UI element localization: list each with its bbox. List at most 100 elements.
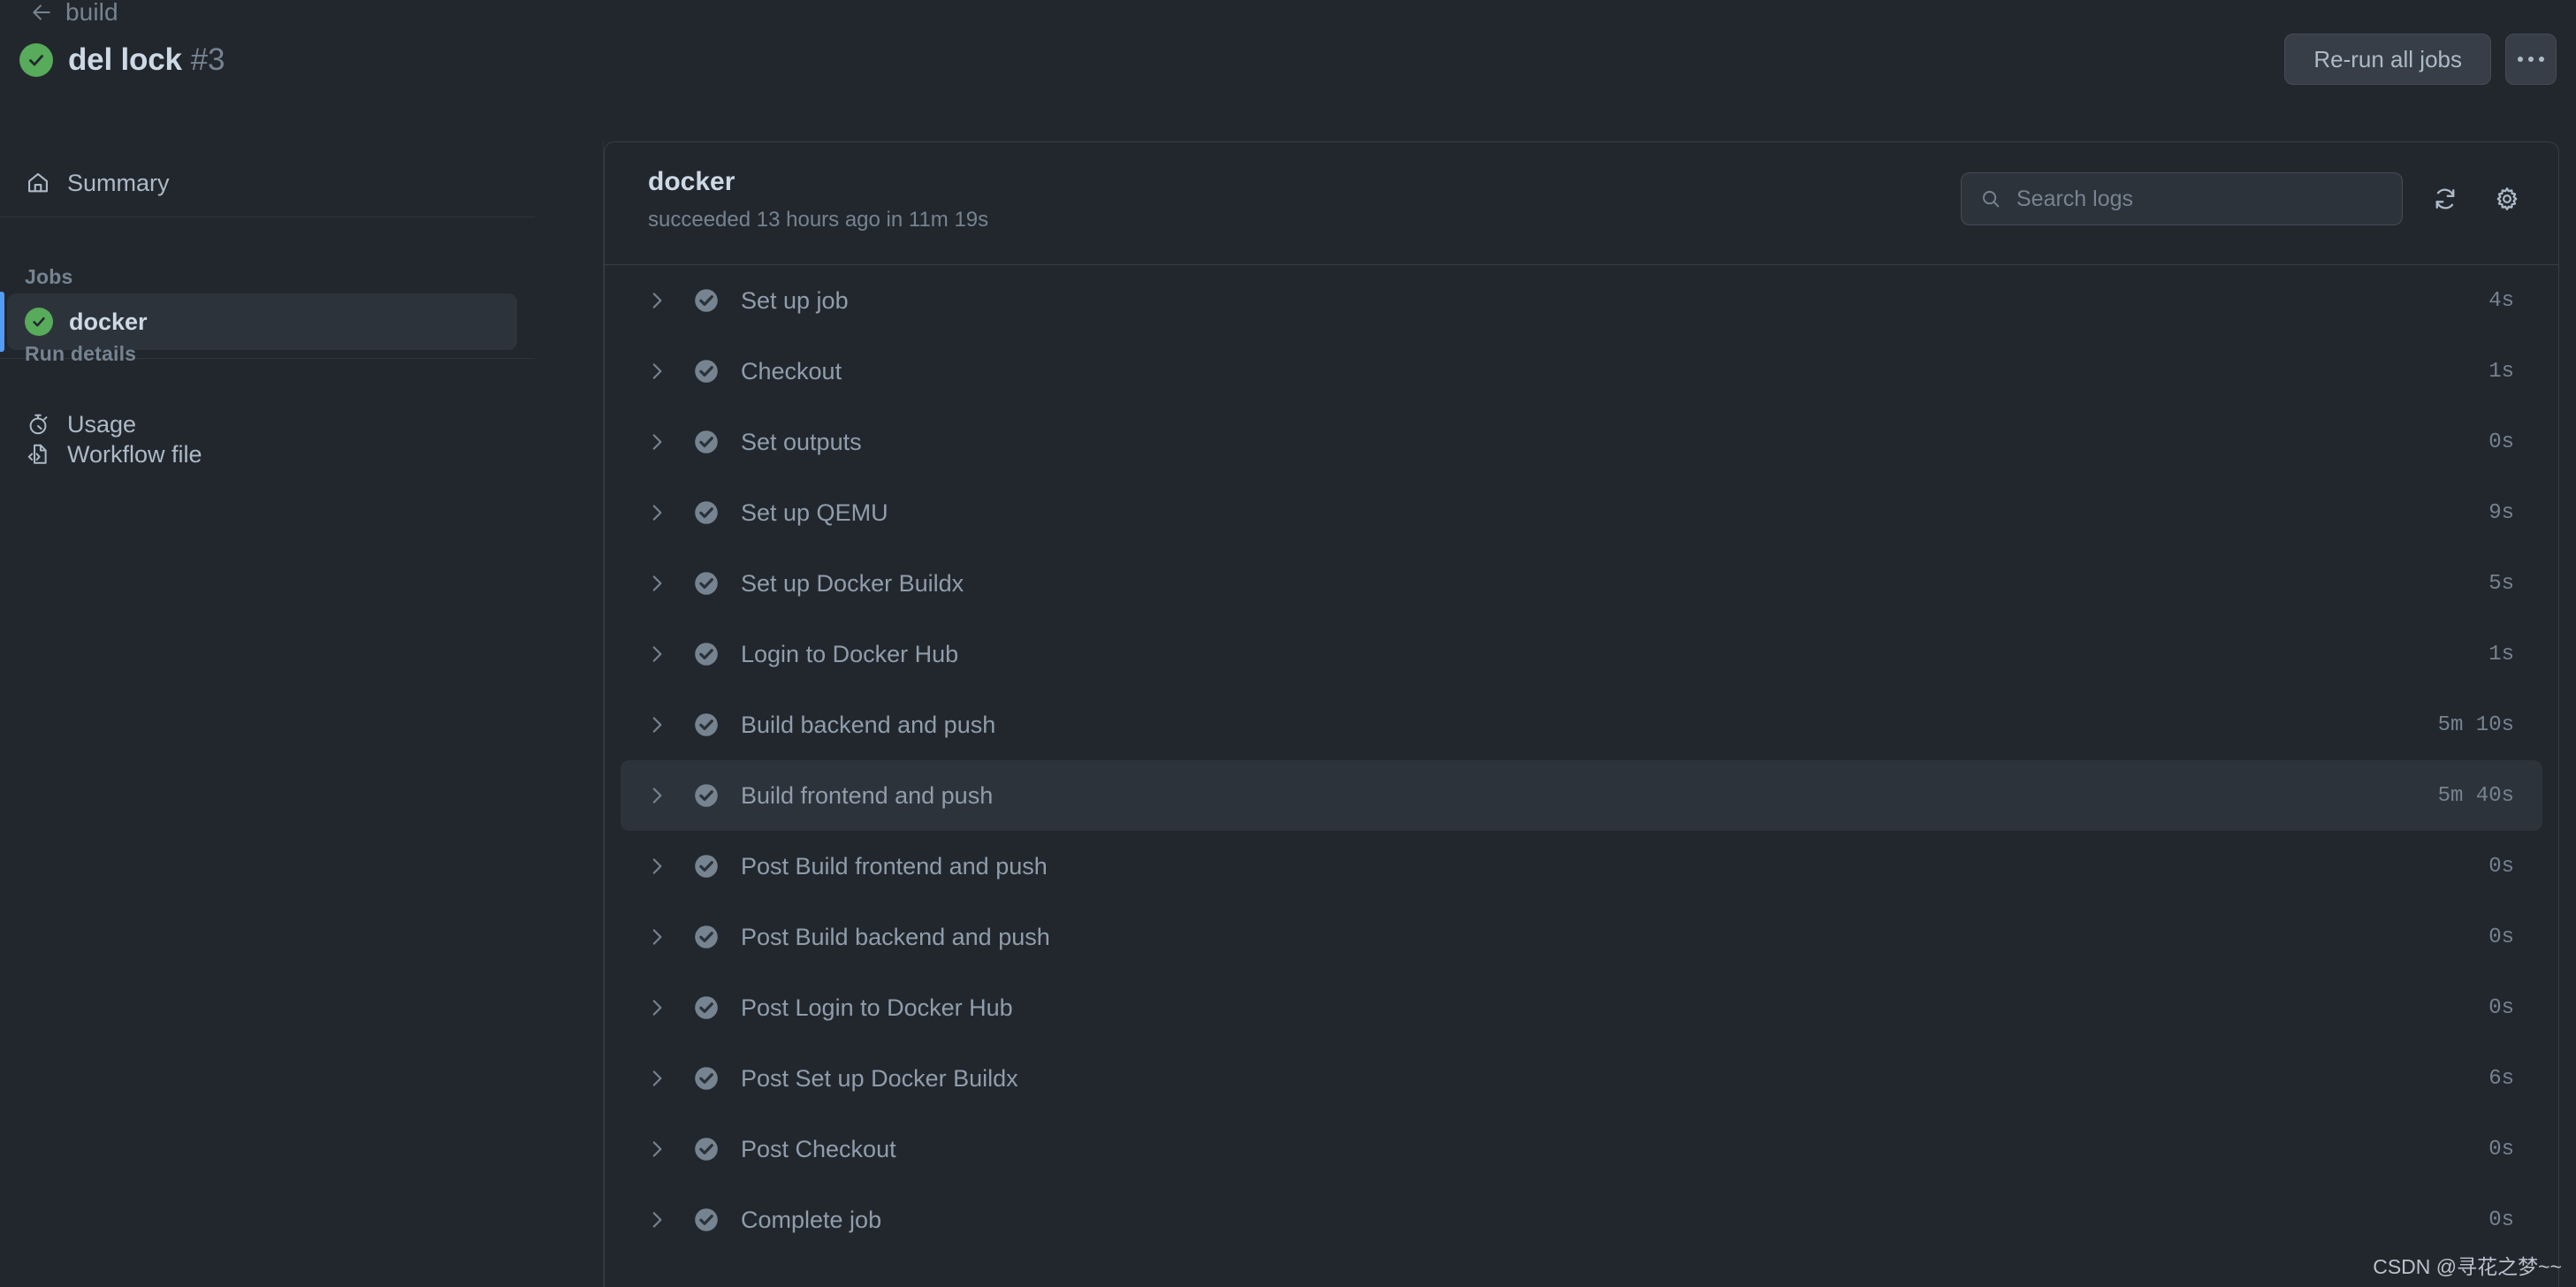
step-label: Checkout [741, 357, 842, 385]
arrow-left-icon[interactable] [30, 1, 53, 24]
file-code-icon [25, 441, 51, 468]
step-row[interactable]: Post Login to Docker Hub 0s [621, 972, 2542, 1043]
chevron-right-icon[interactable] [642, 639, 672, 669]
chevron-right-icon[interactable] [642, 427, 672, 457]
sidebar-section-jobs-label: Jobs [25, 265, 73, 288]
step-row[interactable]: Set outputs 0s [621, 407, 2542, 477]
step-duration: 0s [2488, 854, 2514, 879]
sidebar-item-workflow-file-label: Workflow file [67, 440, 202, 468]
step-label: Complete job [741, 1206, 882, 1233]
step-row[interactable]: Post Set up Docker Buildx 6s [621, 1043, 2542, 1114]
check-circle-icon [691, 851, 721, 881]
step-label: Set up Docker Buildx [741, 569, 964, 597]
step-label: Post Checkout [741, 1135, 896, 1162]
chevron-right-icon[interactable] [642, 1063, 672, 1093]
step-duration: 1s [2488, 642, 2514, 666]
step-label: Set up job [741, 286, 849, 314]
check-circle-green-icon [19, 43, 53, 77]
step-duration: 5m 40s [2437, 783, 2514, 808]
check-circle-icon [691, 568, 721, 598]
step-row[interactable]: Set up Docker Buildx 5s [621, 548, 2542, 619]
check-circle-icon [691, 1205, 721, 1235]
step-label: Set up QEMU [741, 499, 888, 526]
check-circle-icon [691, 356, 721, 386]
sidebar: Summary Jobs docker Run details Usage Wo… [0, 141, 604, 1287]
selected-job-accent-bar [0, 292, 4, 352]
sidebar-item-job-docker-label: docker [69, 308, 148, 335]
header-actions: Re-run all jobs [2284, 34, 2557, 85]
sidebar-item-summary-label: Summary [67, 169, 170, 196]
chevron-right-icon[interactable] [642, 781, 672, 811]
step-row[interactable]: Complete job 0s [621, 1184, 2542, 1255]
refresh-icon[interactable] [2426, 179, 2465, 218]
chevron-right-icon[interactable] [642, 286, 672, 316]
step-row[interactable]: Build backend and push 5m 10s [621, 689, 2542, 760]
step-duration: 6s [2488, 1066, 2514, 1091]
check-circle-icon [691, 1134, 721, 1164]
step-row[interactable]: Login to Docker Hub 1s [621, 619, 2542, 689]
search-logs-box[interactable] [1961, 172, 2403, 225]
step-label: Post Login to Docker Hub [741, 994, 1013, 1021]
kebab-dot-1 [2518, 57, 2523, 62]
breadcrumb[interactable]: build [30, 0, 118, 27]
job-status-summary: succeeded 13 hours ago in 11m 19s [648, 208, 989, 232]
search-icon [1979, 187, 2002, 210]
step-label: Post Set up Docker Buildx [741, 1064, 1018, 1092]
check-circle-icon [691, 710, 721, 740]
kebab-dot-3 [2539, 57, 2544, 62]
step-label: Post Build frontend and push [741, 852, 1048, 880]
step-label: Post Build backend and push [741, 923, 1050, 950]
check-circle-icon [691, 498, 721, 528]
chevron-right-icon[interactable] [642, 568, 672, 598]
step-list: Set up job 4s Checkout 1s Set outputs 0s Set u… [605, 265, 2558, 1255]
step-duration: 0s [2488, 1137, 2514, 1161]
step-row[interactable]: Post Build frontend and push 0s [621, 831, 2542, 902]
step-row[interactable]: Checkout 1s [621, 336, 2542, 407]
chevron-right-icon[interactable] [642, 922, 672, 952]
app-root: build del lock #3 Re-run all jobs Summar… [0, 0, 2576, 1287]
run-title-text: del lock [68, 42, 182, 77]
job-title: docker [648, 167, 735, 196]
chevron-right-icon[interactable] [642, 993, 672, 1023]
step-label: Build frontend and push [741, 781, 994, 809]
step-duration: 0s [2488, 1207, 2514, 1232]
step-row[interactable]: Set up job 4s [621, 265, 2542, 336]
check-circle-icon [691, 922, 721, 952]
chevron-right-icon[interactable] [642, 710, 672, 740]
step-duration: 0s [2488, 925, 2514, 949]
check-circle-icon [691, 1063, 721, 1093]
chevron-right-icon[interactable] [642, 851, 672, 881]
chevron-right-icon[interactable] [642, 1205, 672, 1235]
step-row[interactable]: Build frontend and push 5m 40s [621, 760, 2542, 831]
sidebar-item-workflow-file[interactable]: Workflow file [0, 430, 202, 479]
sidebar-item-summary[interactable]: Summary [0, 158, 170, 208]
kebab-dot-2 [2528, 57, 2534, 62]
check-circle-green-icon [25, 308, 53, 336]
chevron-right-icon[interactable] [642, 1134, 672, 1164]
step-duration: 9s [2488, 500, 2514, 525]
step-row[interactable]: Post Build backend and push 0s [621, 902, 2542, 972]
step-duration: 1s [2488, 359, 2514, 384]
job-log-panel: docker succeeded 13 hours ago in 11m 19s [604, 141, 2559, 1287]
step-duration: 0s [2488, 995, 2514, 1020]
step-duration: 4s [2488, 288, 2514, 313]
step-label: Build backend and push [741, 711, 996, 738]
run-number-text: #3 [190, 42, 225, 77]
job-panel-toolbar [1961, 172, 2526, 225]
rerun-all-jobs-button[interactable]: Re-run all jobs [2284, 34, 2491, 85]
check-circle-icon [691, 781, 721, 811]
page-title: del lock #3 [68, 42, 225, 78]
gear-icon[interactable] [2488, 179, 2526, 218]
breadcrumb-label[interactable]: build [65, 0, 118, 27]
home-icon [25, 170, 51, 196]
step-row[interactable]: Set up QEMU 9s [621, 477, 2542, 548]
more-options-icon[interactable] [2505, 34, 2557, 85]
check-circle-icon [691, 427, 721, 457]
search-logs-input[interactable] [2016, 186, 2384, 212]
chevron-right-icon[interactable] [642, 356, 672, 386]
step-row[interactable]: Post Checkout 0s [621, 1114, 2542, 1184]
step-duration: 5m 10s [2437, 712, 2514, 737]
chevron-right-icon[interactable] [642, 498, 672, 528]
step-duration: 5s [2488, 571, 2514, 596]
check-circle-icon [691, 639, 721, 669]
